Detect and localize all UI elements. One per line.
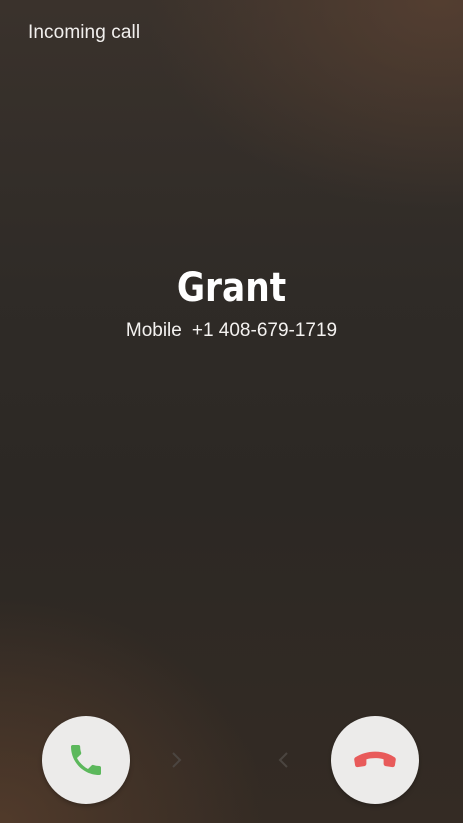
caller-number-line: Mobile +1 408-679-1719: [0, 320, 463, 342]
hang-up-icon: [354, 751, 396, 768]
number-type-label: Mobile: [125, 320, 182, 341]
caller-info: Grant Mobile +1 408-679-1719: [0, 262, 463, 342]
accept-call-button[interactable]: [42, 716, 130, 804]
decline-call-button[interactable]: [331, 716, 419, 804]
call-status-label: Incoming call: [28, 22, 141, 43]
phone-icon: [71, 745, 101, 775]
chevron-left-icon: [278, 752, 288, 768]
caller-name: Grant: [176, 265, 287, 311]
phone-number: +1 408-679-1719: [191, 320, 338, 341]
chevron-right-icon: [172, 752, 182, 768]
